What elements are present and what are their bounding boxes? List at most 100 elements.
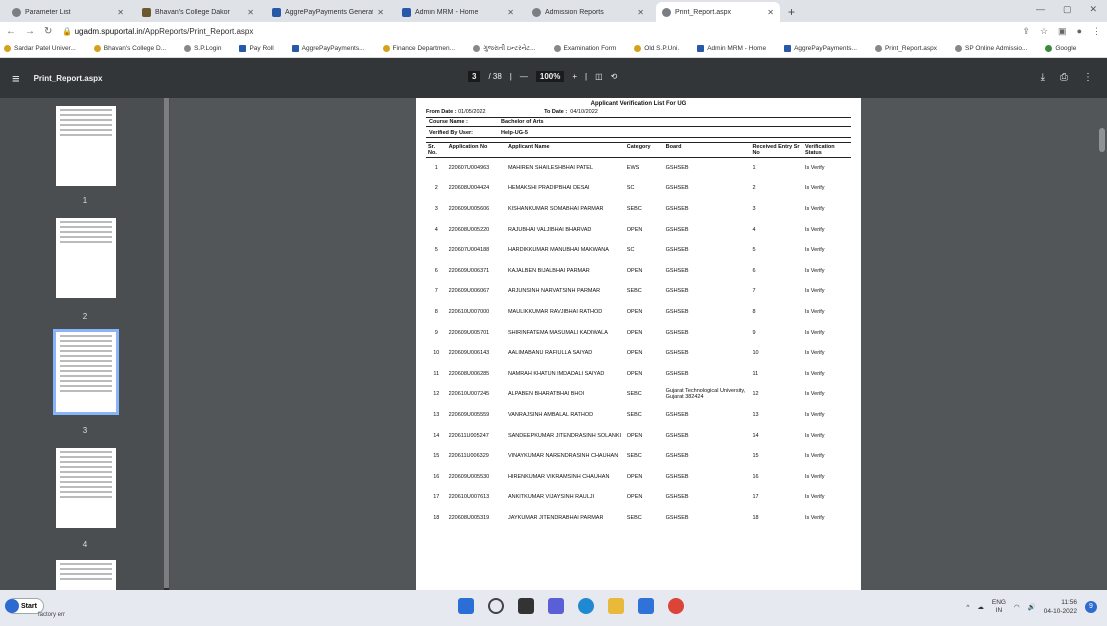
task-view-icon[interactable]: [518, 598, 534, 614]
bookmark-item[interactable]: Sardar Patel Univer...: [4, 45, 85, 52]
page-thumbnail[interactable]: [56, 560, 116, 590]
start-subtext: factory err: [38, 612, 66, 618]
bookmark-item[interactable]: Print_Report.aspx: [874, 45, 946, 52]
wifi-icon[interactable]: ◠: [1014, 603, 1020, 611]
browser-tab[interactable]: Admin MRM - Home ✕: [396, 2, 520, 22]
table-cell: 13: [752, 411, 759, 418]
download-icon[interactable]: ⤓: [1041, 72, 1045, 83]
tab-close-icon[interactable]: ✕: [767, 8, 774, 17]
tab-label: Admission Reports: [545, 8, 604, 16]
share-icon[interactable]: ⇪: [1022, 26, 1030, 37]
browser-tab[interactable]: Print_Report.aspx ✕: [656, 2, 780, 22]
page-number-input[interactable]: 3: [468, 71, 481, 82]
page-thumbnail[interactable]: [56, 448, 116, 528]
tab-close-icon[interactable]: ✕: [247, 8, 254, 17]
tab-close-icon[interactable]: ✕: [117, 8, 124, 17]
table-header-row: Sr. No. Application No Applicant Name Categ…: [426, 142, 851, 158]
verified-row: Verified By User: Help-UG-5: [426, 129, 851, 138]
notification-badge[interactable]: 9: [1085, 601, 1097, 613]
zoom-out-icon[interactable]: —: [520, 72, 528, 81]
table-row: 13 220609U005559 VANRAJSINH AMBALAL RATHOD…: [426, 405, 851, 426]
chrome-icon[interactable]: [668, 598, 684, 614]
bookmark-item[interactable]: AggrePayPayments...: [291, 45, 374, 52]
bookmark-item[interactable]: Old S.P.Uni.: [634, 45, 688, 52]
chat-icon[interactable]: [548, 598, 564, 614]
table-row: 5 220607U004188 HARDIKKUMAR MANUBHAI MAKWA…: [426, 240, 851, 261]
zoom-in-icon[interactable]: +: [572, 72, 577, 81]
bookmark-item[interactable]: S.P.Login: [184, 45, 230, 52]
new-tab-button[interactable]: +: [788, 2, 795, 22]
url-field[interactable]: 🔒 ugadm.spuportal.in/AppReports/Print_Re…: [62, 27, 1022, 36]
reload-icon[interactable]: ↻: [44, 26, 52, 37]
window-controls: — ▢ ✕: [1036, 4, 1097, 15]
chevron-up-icon[interactable]: ^: [966, 604, 969, 611]
page-thumbnail[interactable]: [56, 106, 116, 186]
table-cell: ALPABEN BHARATBHAI BHOI: [507, 391, 585, 398]
page-thumbnail[interactable]: [56, 218, 116, 298]
bookmark-item[interactable]: AggrePayPayments...: [784, 45, 866, 52]
clock[interactable]: 11:56 04-10-2022: [1044, 598, 1077, 616]
table-cell: 220609U005559: [448, 411, 490, 418]
bookmark-item[interactable]: Finance Departmen...: [382, 45, 465, 52]
onedrive-icon[interactable]: ☁: [977, 603, 984, 611]
table-cell: 220608U005220: [448, 226, 490, 233]
page-thumbnail-selected[interactable]: [53, 329, 119, 415]
rotate-icon[interactable]: ⟲: [611, 72, 618, 81]
tab-close-icon[interactable]: ✕: [637, 8, 644, 17]
table-cell: Is Verify: [804, 494, 825, 501]
edge-icon[interactable]: [578, 598, 594, 614]
browser-tab-bar: Parameter List ✕ Bhavan's College Dakor ✕ Ag…: [0, 0, 1107, 22]
table-cell: 11: [433, 370, 440, 377]
zoom-input[interactable]: 100%: [535, 71, 565, 82]
table-row: 9 220609U005701 SHIRINFATEMA MASUMALI KADI…: [426, 322, 851, 343]
windows-icon[interactable]: [458, 598, 474, 614]
bookmark-item[interactable]: Pay Roll: [239, 45, 282, 52]
more-icon[interactable]: ⋮: [1083, 72, 1093, 83]
hamburger-menu-icon[interactable]: ≡: [12, 71, 20, 86]
table-cell: 220608U006285: [448, 370, 490, 377]
table-cell: SEBC: [626, 288, 642, 295]
divider: |: [585, 72, 588, 81]
region-code: IN: [995, 607, 1003, 614]
maximize-icon[interactable]: ▢: [1063, 4, 1072, 15]
browser-tab[interactable]: AggrePayPayments Generate Cha ✕: [266, 2, 390, 22]
browser-tab[interactable]: Admission Reports ✕: [526, 2, 650, 22]
volume-icon[interactable]: 🔊: [1028, 603, 1036, 611]
sidepanel-icon[interactable]: ▣: [1058, 26, 1067, 37]
star-icon[interactable]: ☆: [1040, 26, 1048, 37]
bookmark-item[interactable]: SP Online Admissio...: [954, 45, 1036, 52]
bookmark-item[interactable]: Examination Form: [553, 45, 626, 52]
course-label: Course Name :: [429, 119, 468, 125]
table-cell: OPEN: [626, 473, 643, 480]
kebab-menu-icon[interactable]: ⋮: [1092, 26, 1101, 37]
bookmark-item[interactable]: Bhavan's College D...: [93, 45, 175, 52]
bookmark-item[interactable]: Admin MRM - Home: [697, 45, 775, 52]
bookmark-item[interactable]: ગુજરાતી ઇન્ટરનેટ...: [473, 45, 544, 53]
mail-icon[interactable]: [638, 598, 654, 614]
language-indicator[interactable]: ENG IN: [992, 599, 1006, 615]
time: 11:56: [1061, 599, 1077, 606]
table-cell: SC: [626, 247, 635, 254]
print-icon[interactable]: ⎙: [1060, 72, 1068, 83]
minimize-icon[interactable]: —: [1036, 4, 1045, 15]
browser-tab[interactable]: Bhavan's College Dakor ✕: [136, 2, 260, 22]
bookmark-favicon-icon: [473, 45, 481, 52]
close-icon[interactable]: ✕: [1089, 4, 1097, 15]
back-icon[interactable]: ←: [6, 26, 16, 37]
column-header: Board: [663, 142, 751, 158]
browser-tab[interactable]: Parameter List ✕: [6, 2, 130, 22]
viewer-scrollbar[interactable]: [1099, 98, 1105, 590]
table-row: 17 220610U007613 ANKITKUMAR VIJAYSINH RAUL…: [426, 487, 851, 508]
sidebar-scrollbar[interactable]: [164, 98, 169, 590]
fit-page-icon[interactable]: ◫: [595, 72, 603, 81]
tab-close-icon[interactable]: ✕: [377, 8, 384, 17]
forward-icon[interactable]: →: [25, 26, 35, 37]
bookmark-item[interactable]: Google: [1045, 45, 1085, 52]
table-cell: HARDIKKUMAR MANUBHAI MAKWANA: [507, 247, 609, 254]
profile-icon[interactable]: ●: [1077, 26, 1082, 37]
table-cell: Is Verify: [804, 329, 825, 336]
file-explorer-icon[interactable]: [608, 598, 624, 614]
search-icon[interactable]: [488, 598, 504, 614]
lang-code: ENG: [991, 599, 1006, 606]
tab-close-icon[interactable]: ✕: [507, 8, 514, 17]
